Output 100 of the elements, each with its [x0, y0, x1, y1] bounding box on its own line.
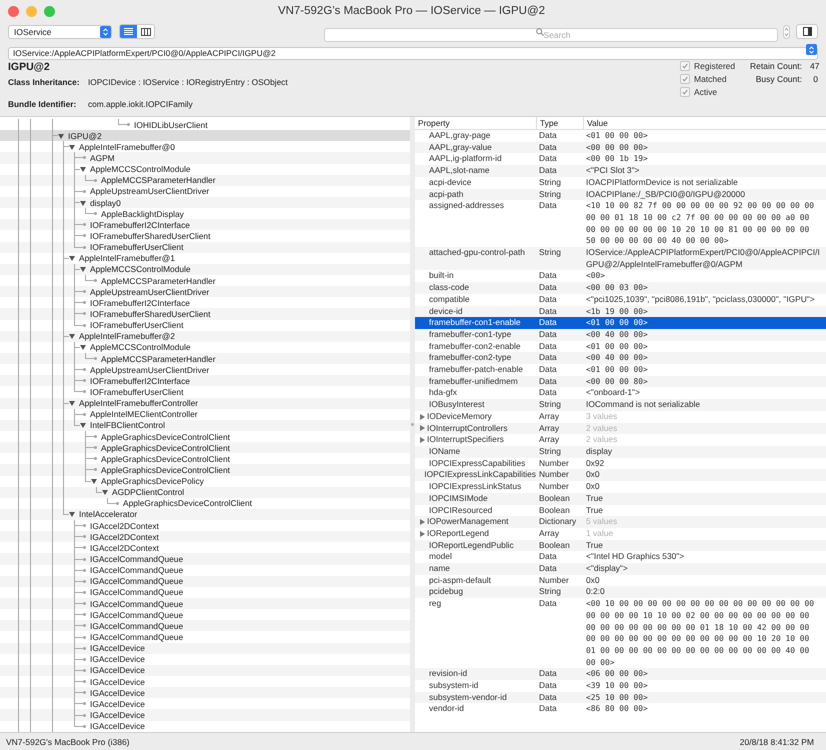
property-row[interactable]: IOBusyInterest String IOCommand is not serializable: [415, 399, 826, 411]
property-name: framebuffer-con2-type: [429, 352, 512, 364]
property-name: IOInterruptSpecifiers: [427, 434, 504, 446]
search-icon: [536, 28, 544, 36]
tree-item[interactable]: IOFramebufferSharedUserClient: [0, 308, 410, 320]
property-row[interactable]: pcidebug String 0:2:0: [415, 586, 826, 598]
tree-item[interactable]: AppleMCCSParameterHandler: [0, 352, 410, 364]
property-row[interactable]: IOPCIExpressLinkCapabilities Number 0x0: [415, 469, 826, 482]
property-row[interactable]: name Data <"display">: [415, 563, 826, 575]
tree-item[interactable]: AppleGraphicsDeviceControlClient: [0, 464, 410, 476]
leaf-connector-icon: [80, 658, 86, 661]
column-header[interactable]: Type: [536, 117, 583, 129]
disclosure-triangle-icon[interactable]: [69, 511, 75, 518]
tree-item[interactable]: IOFramebufferI2CInterface: [0, 297, 410, 308]
disclosure-triangle-icon[interactable]: [419, 437, 425, 444]
tree-item[interactable]: IGAccelDevice: [0, 664, 410, 676]
inspector-toggle-button[interactable]: [796, 24, 818, 39]
tree-item[interactable]: IGAccelCommandQueue: [0, 576, 410, 587]
path-field[interactable]: IOService:/AppleACPIPlatformExpert/PCI0@0/AppleACPIPCI/IGPU@2: [8, 46, 818, 60]
disclosure-triangle-icon[interactable]: [419, 425, 425, 432]
disclosure-triangle-icon[interactable]: [419, 530, 425, 537]
property-value: IOACPIPlatformDevice is not serializable: [585, 176, 739, 189]
property-name: AAPL,gray-value: [429, 142, 492, 154]
disclosure-triangle-icon[interactable]: [80, 166, 86, 172]
disclosure-triangle-icon[interactable]: [419, 414, 425, 420]
split-handle[interactable]: [411, 423, 414, 426]
list-view-button[interactable]: [120, 25, 137, 38]
tree-item[interactable]: AppleBacklightDisplay: [0, 208, 410, 220]
tree-item[interactable]: IGPU@2: [0, 130, 410, 142]
tree-item[interactable]: IGAccelDevice: [0, 698, 410, 710]
tree-item[interactable]: IGAccel2DContext: [0, 531, 410, 542]
disclosure-triangle-icon[interactable]: [69, 255, 75, 262]
disclosure-triangle-icon[interactable]: [102, 489, 108, 496]
tree-item[interactable]: AppleIntelFramebuffer@2: [0, 330, 410, 342]
count-label: Retain Count:: [750, 61, 802, 71]
property-name: IOReportLegendPublic: [429, 540, 514, 552]
plane-popup[interactable]: IOService: [8, 24, 112, 38]
property-row[interactable]: IOName String display: [415, 446, 826, 458]
checkbox[interactable]: [680, 61, 690, 71]
tree-item[interactable]: IOFramebufferI2CInterface: [0, 219, 410, 230]
tree-item[interactable]: IntelAccelerator: [0, 508, 410, 520]
tree-item[interactable]: IOFramebufferUserClient: [0, 320, 410, 331]
leaf-connector-icon: [80, 680, 86, 684]
disclosure-triangle-icon[interactable]: [80, 422, 86, 428]
property-name: acpi-device: [429, 176, 472, 189]
property-row[interactable]: IOReportLegendPublic Boolean True: [415, 540, 826, 552]
tree-item[interactable]: IGAccelCommandQueue: [0, 620, 410, 632]
tree-item[interactable]: IGAccel2DContext: [0, 542, 410, 554]
tree-item[interactable]: IGAccelDevice: [0, 709, 410, 721]
tree-item[interactable]: AppleMCCSParameterHandler: [0, 174, 410, 186]
property-value: 0:2:0: [585, 586, 606, 598]
property-row[interactable]: IOPCIMSIMode Boolean True: [415, 492, 826, 504]
tree-item[interactable]: AppleIntelFramebuffer@1: [0, 252, 410, 264]
field-label: Bundle Identifier:: [8, 99, 78, 109]
property-row[interactable]: acpi-path String IOACPIPlane:/_SB/PCI0@0/IGPU@20000: [415, 188, 826, 200]
disclosure-triangle-icon[interactable]: [80, 266, 86, 272]
tree-item[interactable]: AppleIntelFramebufferController: [0, 398, 410, 409]
tree-item[interactable]: IntelFBClientControl: [0, 420, 410, 431]
tree-item[interactable]: IGAccelCommandQueue: [0, 598, 410, 610]
property-row[interactable]: IOPCIExpressCapabilities Number 0x92: [415, 458, 826, 470]
column-view-button[interactable]: [137, 25, 154, 38]
tree-item[interactable]: AppleGraphicsDeviceControlClient: [0, 442, 410, 454]
property-row[interactable]: IOPCIResourced Boolean True: [415, 504, 826, 516]
disclosure-triangle-icon[interactable]: [80, 200, 86, 206]
tree-item[interactable]: IGAccelCommandQueue: [0, 609, 410, 620]
tree-item[interactable]: IGAccelDevice: [0, 687, 410, 698]
tree-item[interactable]: IGAccelDevice: [0, 720, 410, 732]
updown-chevron-icon: [100, 26, 111, 38]
disclosure-triangle-icon[interactable]: [91, 478, 97, 484]
checkbox[interactable]: [680, 74, 690, 84]
tree-item[interactable]: AppleUpstreamUserClientDriver: [0, 286, 410, 298]
close-button[interactable]: [8, 6, 19, 16]
tree-item[interactable]: IGAccelDevice: [0, 642, 410, 654]
property-row[interactable]: pci-aspm-default Number 0x0: [415, 574, 826, 586]
leaf-connector-icon: [80, 702, 86, 706]
property-row[interactable]: IOPowerManagement Dictionary 5 values: [415, 516, 826, 528]
search-field[interactable]: Search: [324, 28, 778, 42]
tree-item[interactable]: display0: [0, 196, 410, 208]
disclosure-triangle-icon[interactable]: [80, 344, 86, 350]
disclosure-triangle-icon[interactable]: [69, 144, 75, 150]
checkbox[interactable]: [680, 87, 690, 97]
column-header[interactable]: Property: [415, 117, 536, 129]
tree-item[interactable]: IOFramebufferUserClient: [0, 242, 410, 253]
property-type: Array: [538, 422, 560, 434]
disclosure-triangle-icon[interactable]: [419, 519, 425, 526]
tree-item[interactable]: IGAccelCommandQueue: [0, 553, 410, 565]
leaf-connector-icon: [124, 123, 130, 126]
disclosure-triangle-icon[interactable]: [69, 333, 75, 340]
tree-item[interactable]: AppleMCCSControlModule: [0, 264, 410, 275]
property-value: IOCommand is not serializable: [585, 399, 702, 411]
property-type: Number: [538, 574, 570, 586]
tree-item[interactable]: AGDPClientControl: [0, 486, 410, 498]
disclosure-triangle-icon[interactable]: [69, 400, 75, 406]
property-type: String: [538, 176, 562, 189]
property-row[interactable]: IOInterruptControllers Array 2 values: [415, 422, 826, 434]
tree-item[interactable]: IOFramebufferI2CInterface: [0, 375, 410, 386]
column-header[interactable]: Value: [583, 117, 826, 129]
property-row[interactable]: AAPL,slot-name Data <"PCI Slot 3">: [415, 165, 826, 177]
disclosure-triangle-icon[interactable]: [58, 132, 64, 139]
tree-item[interactable]: AGPM: [0, 152, 410, 164]
